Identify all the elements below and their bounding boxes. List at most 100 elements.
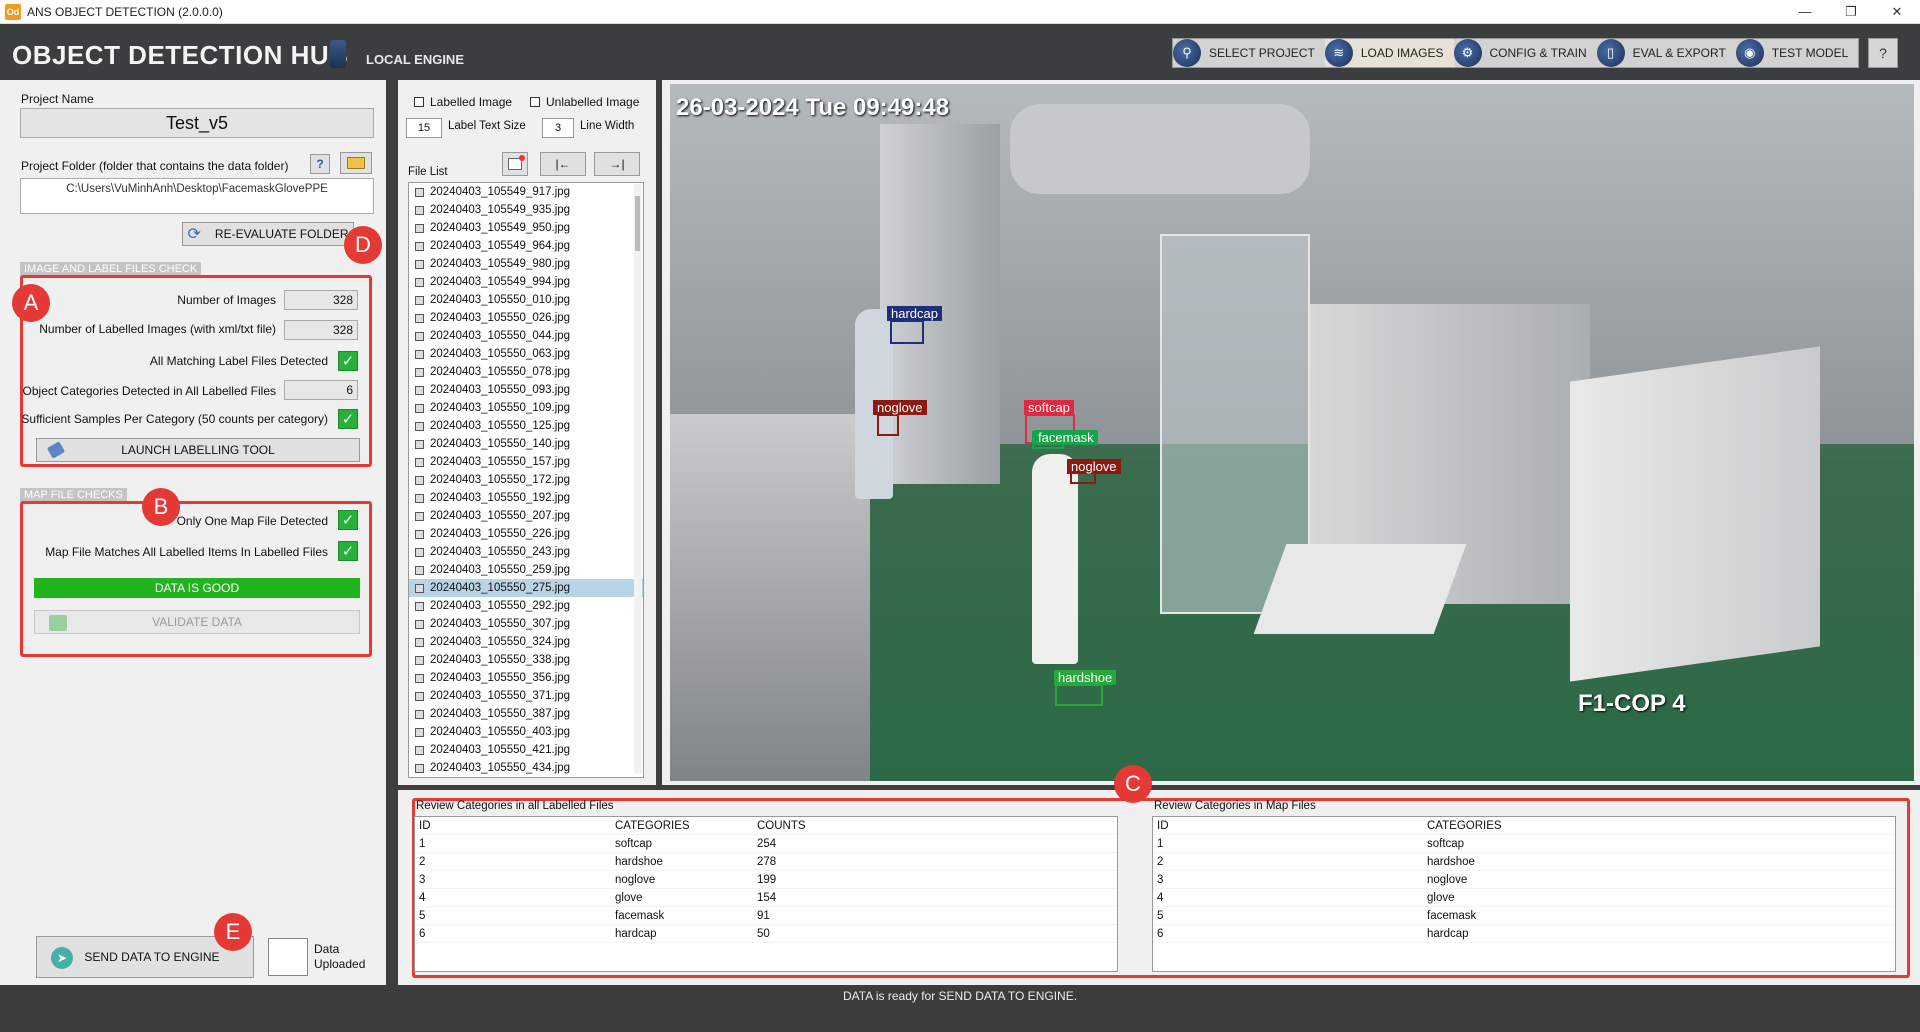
labelled-image-checkbox[interactable] <box>414 97 424 107</box>
image-file-icon <box>415 709 424 719</box>
table-row[interactable]: 6 hardcap <box>1153 925 1895 943</box>
file-list-item[interactable]: 20240403_105550_044.jpg <box>409 327 643 345</box>
line-width-spinner[interactable]: 3 <box>542 118 574 138</box>
table-row[interactable]: 1 softcap <box>1153 835 1895 853</box>
table-cell: 1 <box>419 837 426 850</box>
file-list-item[interactable]: 20240403_105550_356.jpg <box>409 669 643 687</box>
file-list-item[interactable]: 20240403_105550_093.jpg <box>409 381 643 399</box>
nav-test-model[interactable]: ◉ TEST MODEL <box>1735 39 1858 67</box>
file-list-item[interactable]: 20240403_105550_324.jpg <box>409 633 643 651</box>
table-row[interactable]: 3 noglove <box>1153 871 1895 889</box>
table-row[interactable]: 2 hardshoe <box>1153 853 1895 871</box>
open-folder-button[interactable] <box>340 152 372 174</box>
file-list-item[interactable]: 20240403_105550_109.jpg <box>409 399 643 417</box>
app-logo-icon: Od <box>5 3 21 20</box>
column-header[interactable]: ID <box>1153 820 1423 832</box>
file-list-item[interactable]: 20240403_105550_338.jpg <box>409 651 643 669</box>
table-cell: 5 <box>1157 909 1164 922</box>
file-list-item[interactable]: 20240403_105550_243.jpg <box>409 543 643 561</box>
reevaluate-folder-label: RE-EVALUATE FOLDER <box>214 227 349 241</box>
table-cell: softcap <box>615 837 653 850</box>
file-list-item[interactable]: 20240403_105550_387.jpg <box>409 705 643 723</box>
file-list-item[interactable]: 20240403_105550_259.jpg <box>409 561 643 579</box>
launch-labelling-tool-button[interactable]: LAUNCH LABELLING TOOL <box>36 438 360 462</box>
file-list-item[interactable]: 20240403_105549_935.jpg <box>409 201 643 219</box>
file-list-item[interactable]: 20240403_105550_026.jpg <box>409 309 643 327</box>
file-name: 20240403_105550_421.jpg <box>430 744 571 756</box>
nav-load-images[interactable]: ≋ LOAD IMAGES <box>1324 39 1454 67</box>
file-list[interactable]: 20240403_105549_917.jpg 20240403_105549_9… <box>408 182 644 778</box>
table-row[interactable]: 2 hardshoe 278 <box>415 853 1117 871</box>
gear-icon: ⚙ <box>1453 39 1482 67</box>
minimize-button[interactable]: — <box>1782 0 1828 24</box>
file-list-item[interactable]: 20240403_105550_434.jpg <box>409 759 643 777</box>
nav-select-project[interactable]: ⚲ SELECT PROJECT <box>1173 39 1325 67</box>
table-row[interactable]: 4 glove 154 <box>415 889 1117 907</box>
image-file-icon <box>415 511 424 521</box>
badge-b: B <box>142 488 180 526</box>
file-list-item[interactable]: 20240403_105549_917.jpg <box>409 183 643 201</box>
file-list-item[interactable]: 20240403_105549_950.jpg <box>409 219 643 237</box>
column-header[interactable]: COUNTS <box>753 820 1113 832</box>
file-list-item[interactable]: 20240403_105549_994.jpg <box>409 273 643 291</box>
close-button[interactable]: ✕ <box>1874 0 1920 24</box>
file-list-item[interactable]: 20240403_105550_157.jpg <box>409 453 643 471</box>
file-list-item[interactable]: 20240403_105550_307.jpg <box>409 615 643 633</box>
file-list-item[interactable]: 20240403_105550_226.jpg <box>409 525 643 543</box>
file-list-item[interactable]: 20240403_105550_063.jpg <box>409 345 643 363</box>
file-list-item[interactable]: 20240403_105550_192.jpg <box>409 489 643 507</box>
column-header[interactable]: ID <box>415 820 611 832</box>
table-row[interactable]: 3 noglove 199 <box>415 871 1117 889</box>
table-row[interactable]: 5 facemask 91 <box>415 907 1117 925</box>
file-list-item[interactable]: 20240403_105549_964.jpg <box>409 237 643 255</box>
file-list-item[interactable]: 20240403_105550_207.jpg <box>409 507 643 525</box>
column-header[interactable]: CATEGORIES <box>1423 820 1893 832</box>
unlabelled-image-checkbox[interactable] <box>530 97 540 107</box>
table-row[interactable]: 4 glove <box>1153 889 1895 907</box>
file-list-scrollbar[interactable] <box>634 184 642 774</box>
file-name: 20240403_105550_403.jpg <box>430 726 571 738</box>
file-name: 20240403_105550_243.jpg <box>430 546 571 558</box>
validate-data-button[interactable]: VALIDATE DATA <box>34 610 360 634</box>
project-name-field[interactable]: Test_v5 <box>20 108 374 138</box>
file-list-item[interactable]: 20240403_105550_292.jpg <box>409 597 643 615</box>
project-folder-field[interactable]: C:\Users\VuMinhAnh\Desktop\FacemaskGlove… <box>20 178 374 214</box>
file-list-item[interactable]: 20240403_105550_421.jpg <box>409 741 643 759</box>
maximize-button[interactable]: ❐ <box>1828 0 1874 24</box>
file-list-item[interactable]: 20240403_105550_371.jpg <box>409 687 643 705</box>
nav-config-train[interactable]: ⚙ CONFIG & TRAIN <box>1453 39 1597 67</box>
last-image-button[interactable]: →| <box>594 152 640 176</box>
file-list-item[interactable]: 20240403_105549_980.jpg <box>409 255 643 273</box>
file-list-item[interactable]: 20240403_105550_010.jpg <box>409 291 643 309</box>
label-text-size-spinner[interactable]: 15 <box>406 118 442 138</box>
table-row[interactable]: 5 facemask <box>1153 907 1895 925</box>
folder-help-button[interactable]: ? <box>310 154 330 174</box>
table-cell: 4 <box>1157 891 1164 904</box>
file-name: 20240403_105550_157.jpg <box>430 456 571 468</box>
image-file-icon <box>415 331 424 341</box>
file-list-item[interactable]: 20240403_105550_172.jpg <box>409 471 643 489</box>
review-map-table: ID CATEGORIES 1 softcap 2 hardshoe 3 noglove 4 gl… <box>1152 816 1896 972</box>
data-uploaded-checkbox[interactable] <box>268 938 308 976</box>
image-file-icon <box>415 367 424 377</box>
table-cell: glove <box>615 891 643 904</box>
file-list-item[interactable]: 20240403_105550_140.jpg <box>409 435 643 453</box>
file-list-item[interactable]: 20240403_105550_275.jpg <box>409 579 643 597</box>
file-name: 20240403_105549_980.jpg <box>430 258 571 270</box>
file-name: 20240403_105550_387.jpg <box>430 708 571 720</box>
file-list-item[interactable]: 20240403_105550_403.jpg <box>409 723 643 741</box>
first-image-button[interactable]: |← <box>540 152 586 176</box>
validate-icon <box>49 615 67 631</box>
file-list-item[interactable]: 20240403_105550_125.jpg <box>409 417 643 435</box>
table-row[interactable]: 1 softcap 254 <box>415 835 1117 853</box>
image-status-button[interactable] <box>502 152 528 176</box>
file-name: 20240403_105550_109.jpg <box>430 402 571 414</box>
column-header[interactable]: CATEGORIES <box>611 820 753 832</box>
table-cell: 2 <box>419 855 426 868</box>
table-header-row: ID CATEGORIES <box>1153 817 1895 835</box>
reevaluate-folder-button[interactable]: ⟳ RE-EVALUATE FOLDER <box>182 222 354 246</box>
nav-eval-export[interactable]: ▯ EVAL & EXPORT <box>1596 39 1736 67</box>
file-list-item[interactable]: 20240403_105550_078.jpg <box>409 363 643 381</box>
table-row[interactable]: 6 hardcap 50 <box>415 925 1117 943</box>
help-button[interactable]: ? <box>1868 38 1898 68</box>
